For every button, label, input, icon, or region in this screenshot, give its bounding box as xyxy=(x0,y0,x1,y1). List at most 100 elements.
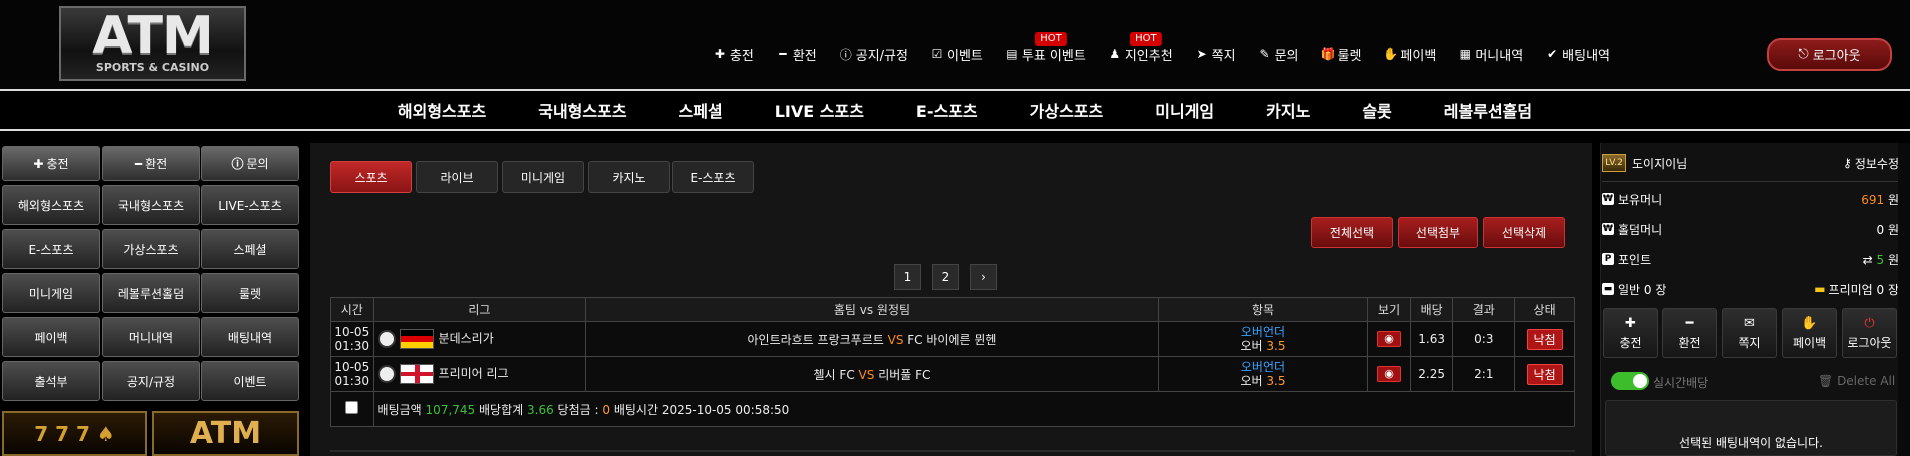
side-attendance[interactable]: 출석부 xyxy=(2,361,100,401)
view-cell: ◉ xyxy=(1367,356,1411,392)
nav-minigame[interactable]: 미니게임 xyxy=(1155,98,1214,122)
logout-button[interactable]: ⎋ 로그아웃 xyxy=(1767,38,1892,71)
topmenu-payback[interactable]: ✋ 페이백 xyxy=(1383,45,1436,64)
divider xyxy=(1602,181,1899,182)
side-domestic-sports[interactable]: 국내형스포츠 xyxy=(102,185,200,225)
delete-all-button[interactable]: 🗑 Delete All xyxy=(1818,374,1895,388)
side-bet-history[interactable]: 배팅내역 xyxy=(201,317,299,357)
ticket-icon: ▬ xyxy=(1602,283,1614,295)
check-icon: ✔ xyxy=(1547,47,1558,61)
table-header-row: 시간 리그 홈팀 vs 원정팀 항목 보기 배당 결과 상태 xyxy=(330,297,1575,322)
topmenu-money-history[interactable]: ▦ 머니내역 xyxy=(1458,45,1524,64)
row-checkbox[interactable] xyxy=(345,401,359,414)
tab-sports[interactable]: 스포츠 xyxy=(330,161,412,193)
eye-icon[interactable]: ◉ xyxy=(1377,331,1402,347)
match-time: 10-05 01:30 xyxy=(330,321,374,357)
holdem-value: 0 xyxy=(1876,222,1885,237)
username: 도이지이님 xyxy=(1632,156,1688,171)
tab-esports[interactable]: E-스포츠 xyxy=(672,161,754,193)
germany-flag-icon xyxy=(399,329,434,349)
odds-cell: 1.63 xyxy=(1409,321,1454,357)
item-cell: 오버언더 오버 3.5 xyxy=(1157,356,1369,392)
slot-machine-icon: 7 7 7 ♠ xyxy=(34,421,115,446)
side-minigame[interactable]: 미니게임 xyxy=(2,273,100,313)
side-money-history[interactable]: 머니내역 xyxy=(102,317,200,357)
topmenu-vote-event[interactable]: HOT ▤ 투표 이벤트 xyxy=(1005,31,1086,64)
odds-cell: 2.25 xyxy=(1409,356,1454,392)
page-1[interactable]: 1 xyxy=(894,264,921,290)
match-cell: 아인트라흐트 프랑크푸르트 VS FC 바이에른 뮌헨 xyxy=(585,321,1159,357)
exchange-icon[interactable]: ⇄ xyxy=(1863,253,1873,267)
logout-icon: ⎋ xyxy=(1798,47,1809,62)
league-cell: 분데스리가 xyxy=(372,321,587,357)
topmenu-inquiry[interactable]: ✎ 문의 xyxy=(1258,45,1299,64)
status-cell: 낙첨 xyxy=(1514,321,1575,357)
topmenu-event[interactable]: ☑ 이벤트 xyxy=(930,45,983,64)
side-esports[interactable]: E-스포츠 xyxy=(2,229,100,269)
right-payback-button[interactable]: ✋ 페이백 xyxy=(1782,308,1837,358)
balance-row: ₩ 보유머니 691 원 xyxy=(1602,192,1899,207)
tab-live[interactable]: 라이브 xyxy=(416,161,498,193)
tab-casino[interactable]: 카지노 xyxy=(588,161,670,193)
side-special[interactable]: 스페셜 xyxy=(201,229,299,269)
side-overseas-sports[interactable]: 해외형스포츠 xyxy=(2,185,100,225)
side-inquiry-button[interactable]: ⓘ 문의 xyxy=(201,146,299,181)
topmenu-referral[interactable]: HOT ♟ 지인추천 xyxy=(1108,31,1173,64)
minus-icon: ━ xyxy=(1685,315,1694,331)
bet-summary: 배팅금액 107,745 배당합계 3.66 당첨금 : 0 배팅시간 2025… xyxy=(372,391,1576,427)
realtime-odds-toggle[interactable] xyxy=(1611,372,1649,390)
side-withdraw-button[interactable]: ━ 환전 xyxy=(102,146,200,181)
bet-slip-empty: 선택된 배팅내역이 없습니다. xyxy=(1605,400,1897,456)
side-live-sports[interactable]: LIVE-스포츠 xyxy=(201,185,299,225)
nav-domestic-sports[interactable]: 국내형스포츠 xyxy=(538,98,626,122)
topmenu-roulette[interactable]: 🎁 룰렛 xyxy=(1321,45,1362,64)
edit-info-link[interactable]: ⚷ 정보수정 xyxy=(1843,155,1899,172)
view-cell: ◉ xyxy=(1367,321,1411,357)
side-payback[interactable]: 페이백 xyxy=(2,317,100,357)
side-roulette[interactable]: 룰렛 xyxy=(201,273,299,313)
site-logo[interactable]: ATM SPORTS & CASINO xyxy=(59,6,246,81)
slot-banner-image[interactable]: 7 7 7 ♠ xyxy=(2,411,147,456)
nav-slot[interactable]: 슬롯 xyxy=(1362,98,1391,122)
select-all-button[interactable]: 전체선택 xyxy=(1311,217,1393,248)
soccer-ball-icon xyxy=(377,365,396,383)
side-notice[interactable]: 공지/규정 xyxy=(102,361,200,401)
nav-revolution-holdem[interactable]: 레볼루션홀덤 xyxy=(1444,98,1532,122)
topmenu-withdraw[interactable]: ━ 환전 xyxy=(776,45,817,64)
status-badge: 낙첨 xyxy=(1526,328,1563,350)
delete-selected-button[interactable]: 선택삭제 xyxy=(1483,217,1565,248)
atm-banner-image[interactable]: ATM xyxy=(152,411,299,456)
eye-icon[interactable]: ◉ xyxy=(1377,366,1402,382)
nav-overseas-sports[interactable]: 해외형스포츠 xyxy=(398,98,486,122)
topmenu-deposit[interactable]: ✚ 충전 xyxy=(713,45,754,64)
attach-selected-button[interactable]: 선택첨부 xyxy=(1398,217,1478,248)
side-event[interactable]: 이벤트 xyxy=(201,361,299,401)
holdem-money-row: ₩ 홀덤머니 0 원 xyxy=(1602,222,1899,237)
scrollbar[interactable] xyxy=(1898,143,1910,456)
table-row: 10-05 01:30 프리미어 리그 첼시 FC VS 리버풀 FC 오버언더 오… xyxy=(330,356,1575,392)
topmenu-message[interactable]: ➤ 쪽지 xyxy=(1195,45,1236,64)
right-deposit-button[interactable]: ✚ 충전 xyxy=(1603,308,1658,358)
tab-minigame[interactable]: 미니게임 xyxy=(502,161,584,193)
nav-virtual-sports[interactable]: 가상스포츠 xyxy=(1030,98,1104,122)
side-deposit-button[interactable]: ✚ 충전 xyxy=(2,146,100,181)
bet-summary-row: 배팅금액 107,745 배당합계 3.66 당첨금 : 0 배팅시간 2025… xyxy=(330,391,1576,427)
side-virtual-sports[interactable]: 가상스포츠 xyxy=(102,229,200,269)
nav-live-sports[interactable]: LIVE 스포츠 xyxy=(775,98,864,122)
right-message-button[interactable]: ✉ 쪽지 xyxy=(1722,308,1777,358)
page-2[interactable]: 2 xyxy=(932,264,959,290)
power-icon: ⏻ xyxy=(1864,315,1875,331)
nav-special[interactable]: 스페셜 xyxy=(679,98,723,122)
right-logout-button[interactable]: ⏻ 로그아웃 xyxy=(1842,308,1897,358)
nav-esports[interactable]: E-스포츠 xyxy=(916,98,978,122)
side-revolution-holdem[interactable]: 레볼루션홀덤 xyxy=(102,273,200,313)
topmenu-bet-history[interactable]: ✔ 배팅내역 xyxy=(1545,45,1610,64)
right-withdraw-button[interactable]: ━ 환전 xyxy=(1662,308,1717,358)
nav-casino[interactable]: 카지노 xyxy=(1266,98,1310,122)
atm-banner-text: ATM xyxy=(189,416,262,451)
league-cell: 프리미어 리그 xyxy=(372,356,587,392)
next-page-icon[interactable]: › xyxy=(970,264,997,290)
topmenu-notice[interactable]: ⓘ 공지/규정 xyxy=(839,45,908,64)
premium-ticket-icon: ▬ xyxy=(1814,282,1826,296)
info-icon: ⓘ xyxy=(839,47,852,62)
